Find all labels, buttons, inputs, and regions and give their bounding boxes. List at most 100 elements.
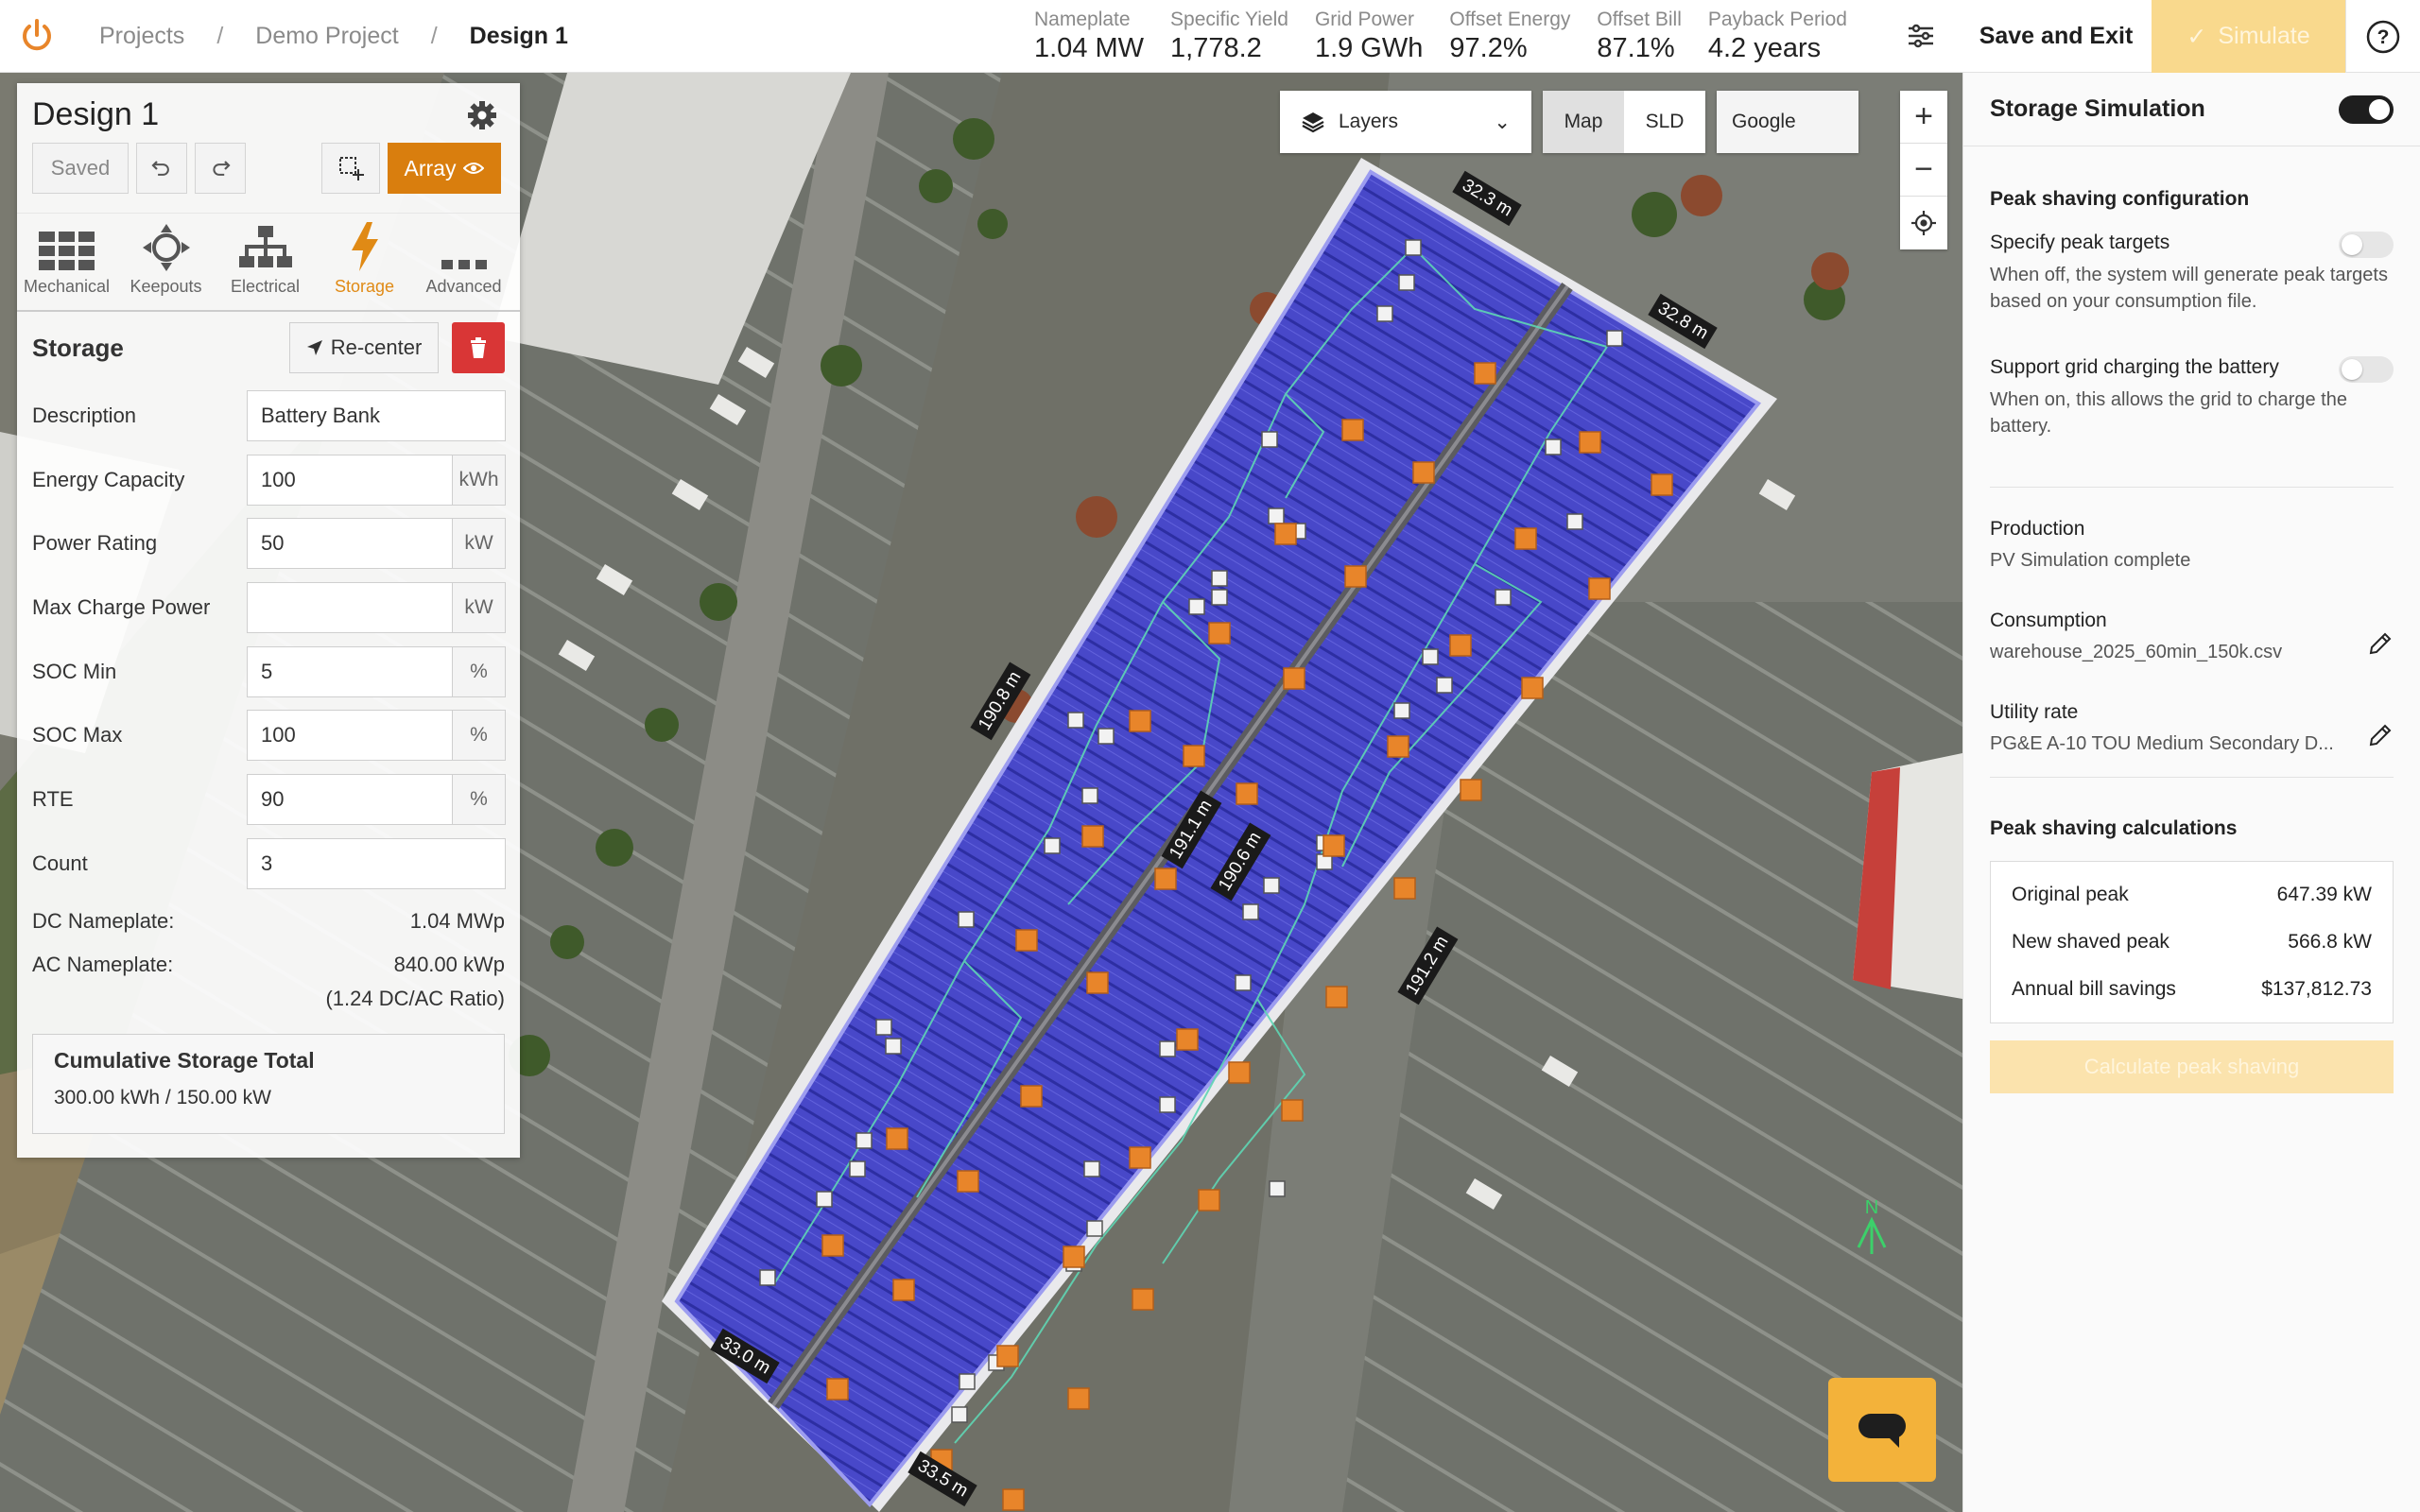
calc-row-new-shaved-peak: New shaved peak 566.8 kW [2012,931,2372,953]
soc-min-input[interactable]: 5 [247,645,453,697]
zoom-out-button[interactable]: − [1900,144,1947,197]
energy-capacity-input[interactable]: 100 [247,454,453,506]
edit-utility-rate-icon[interactable] [2367,722,2394,753]
dc-ac-ratio: (1.24 DC/AC Ratio) [325,986,505,1010]
view-toggle: Map SLD [1543,91,1705,153]
basemap-button[interactable]: Google [1717,91,1858,153]
description-row: Description Battery Bank [17,384,520,448]
map-controls: Layers ⌄ Map SLD Google [1280,91,1858,153]
breadcrumb: Projects / Demo Project / Design 1 [99,23,568,50]
field-label: Energy Capacity [32,467,185,491]
design-tabs: Mechanical Keepouts Electrical Storage A… [17,214,520,312]
simulate-button[interactable]: ✓ Simulate [2152,0,2345,73]
unit-label: kW [453,581,506,633]
calc-row-annual-bill-savings: Annual bill savings $137,812.73 [2012,978,2372,1000]
dc-nameplate-value: 1.04 MWp [409,908,505,933]
calc-title: Peak shaving calculations [1990,817,2238,839]
view-sld-button[interactable]: SLD [1624,91,1705,153]
ac-nameplate-label: AC Nameplate: [32,952,174,976]
layers-icon [1302,112,1324,133]
tab-electrical[interactable]: Electrical [216,214,315,310]
trash-icon [471,337,486,358]
crosshair-icon [142,224,190,271]
locate-icon[interactable] [1900,197,1947,249]
array-button[interactable]: Array [388,143,501,194]
breadcrumb-project[interactable]: Demo Project [255,23,398,50]
field-label: Max Charge Power [32,594,211,619]
field-label: SOC Max [32,723,123,747]
chat-icon [1858,1414,1906,1448]
draw-area-icon[interactable] [321,143,380,194]
top-bar: Projects / Demo Project / Design 1 Namep… [0,0,2420,73]
tab-mechanical[interactable]: Mechanical [17,214,116,310]
view-map-button[interactable]: Map [1543,91,1624,153]
max-charge-power-input[interactable] [247,581,453,633]
saved-status: Saved [32,143,129,194]
breadcrumb-projects[interactable]: Projects [99,23,184,50]
field-label: Count [32,850,88,875]
calculate-peak-shaving-button[interactable]: Calculate peak shaving [1990,1040,2394,1093]
design-toolbar: Saved [32,143,246,194]
count-input[interactable]: 3 [247,837,506,889]
count-row: Count 3 [17,832,520,896]
panel-title: Storage Simulation [1990,95,2205,122]
specify-peak-toggle[interactable] [2339,232,2394,258]
more-icon [441,260,487,269]
soc-max-row: SOC Max 100 % [17,703,520,767]
design-title: Design 1 [32,96,160,132]
gear-icon[interactable] [467,100,497,135]
power-rating-row: Power Rating 50 kW [17,511,520,576]
power-rating-input[interactable]: 50 [247,518,453,570]
field-label: Power Rating [32,531,158,556]
cumulative-storage-box: Cumulative Storage Total 300.00 kWh / 15… [32,1033,505,1134]
edit-consumption-icon[interactable] [2367,630,2394,662]
zoom-in-button[interactable]: + [1900,91,1947,144]
utility-rate-value: PG&E A-10 TOU Medium Secondary D... [1990,733,2334,754]
lightning-icon [351,222,378,271]
tab-keepouts[interactable]: Keepouts [116,214,216,310]
grid-charging-desc: When on, this allows the grid to charge … [1990,389,2347,437]
redo-icon[interactable] [195,143,246,194]
energy-capacity-row: Energy Capacity 100 kWh [17,448,520,512]
zoom-controls: + − [1900,91,1947,249]
rte-row: RTE 90 % [17,767,520,832]
delete-button[interactable] [452,322,505,373]
storage-simulation-header: Storage Simulation [1963,73,2420,146]
design-panel-header: Design 1 Saved Array [17,83,520,214]
rte-input[interactable]: 90 [247,773,453,825]
grid-charging-toggle[interactable] [2339,356,2394,383]
stat-grid-power: Grid Power 1.9 GWh [1314,8,1424,63]
help-icon[interactable]: ? [2345,0,2420,73]
power-logo-icon[interactable] [0,0,73,73]
storage-simulation-toggle[interactable] [2339,95,2394,124]
field-label: SOC Min [32,659,117,683]
array-label: Array [404,155,457,180]
consumption-label: Consumption [1990,610,2107,631]
tab-storage[interactable]: Storage [315,214,414,310]
description-input[interactable]: Battery Bank [247,389,506,441]
tab-label: Keepouts [130,277,202,296]
unit-label: kWh [453,454,506,506]
dc-nameplate-label: DC Nameplate: [32,908,175,933]
eye-icon [463,163,485,174]
soc-max-input[interactable]: 100 [247,710,453,762]
stat-payback-period: Payback Period 4.2 years [1707,8,1847,63]
storage-simulation-panel: Storage Simulation Peak shaving configur… [1962,73,2420,1512]
sliders-icon[interactable] [1902,17,1940,55]
recenter-button[interactable]: Re-center [289,322,439,373]
ac-nameplate-value: 840.00 kWp [393,952,505,976]
unit-label: kW [453,518,506,570]
undo-icon[interactable] [136,143,187,194]
storage-section-header: Storage Re-center [17,312,520,384]
svg-text:?: ? [2377,26,2390,48]
cumulative-storage-value: 300.00 kWh / 150.00 kW [54,1086,271,1108]
specify-peak-desc: When off, the system will generate peak … [1990,265,2388,312]
cumulative-storage-title: Cumulative Storage Total [54,1047,315,1073]
stat-offset-bill: Offset Bill 87.1% [1597,8,1682,63]
tab-advanced[interactable]: Advanced [414,214,513,310]
production-label: Production [1990,518,2085,540]
chat-button[interactable] [1828,1378,1936,1482]
breadcrumb-separator: / [216,22,224,49]
layers-dropdown[interactable]: Layers ⌄ [1280,91,1531,153]
save-and-exit-button[interactable]: Save and Exit [1962,0,2151,73]
